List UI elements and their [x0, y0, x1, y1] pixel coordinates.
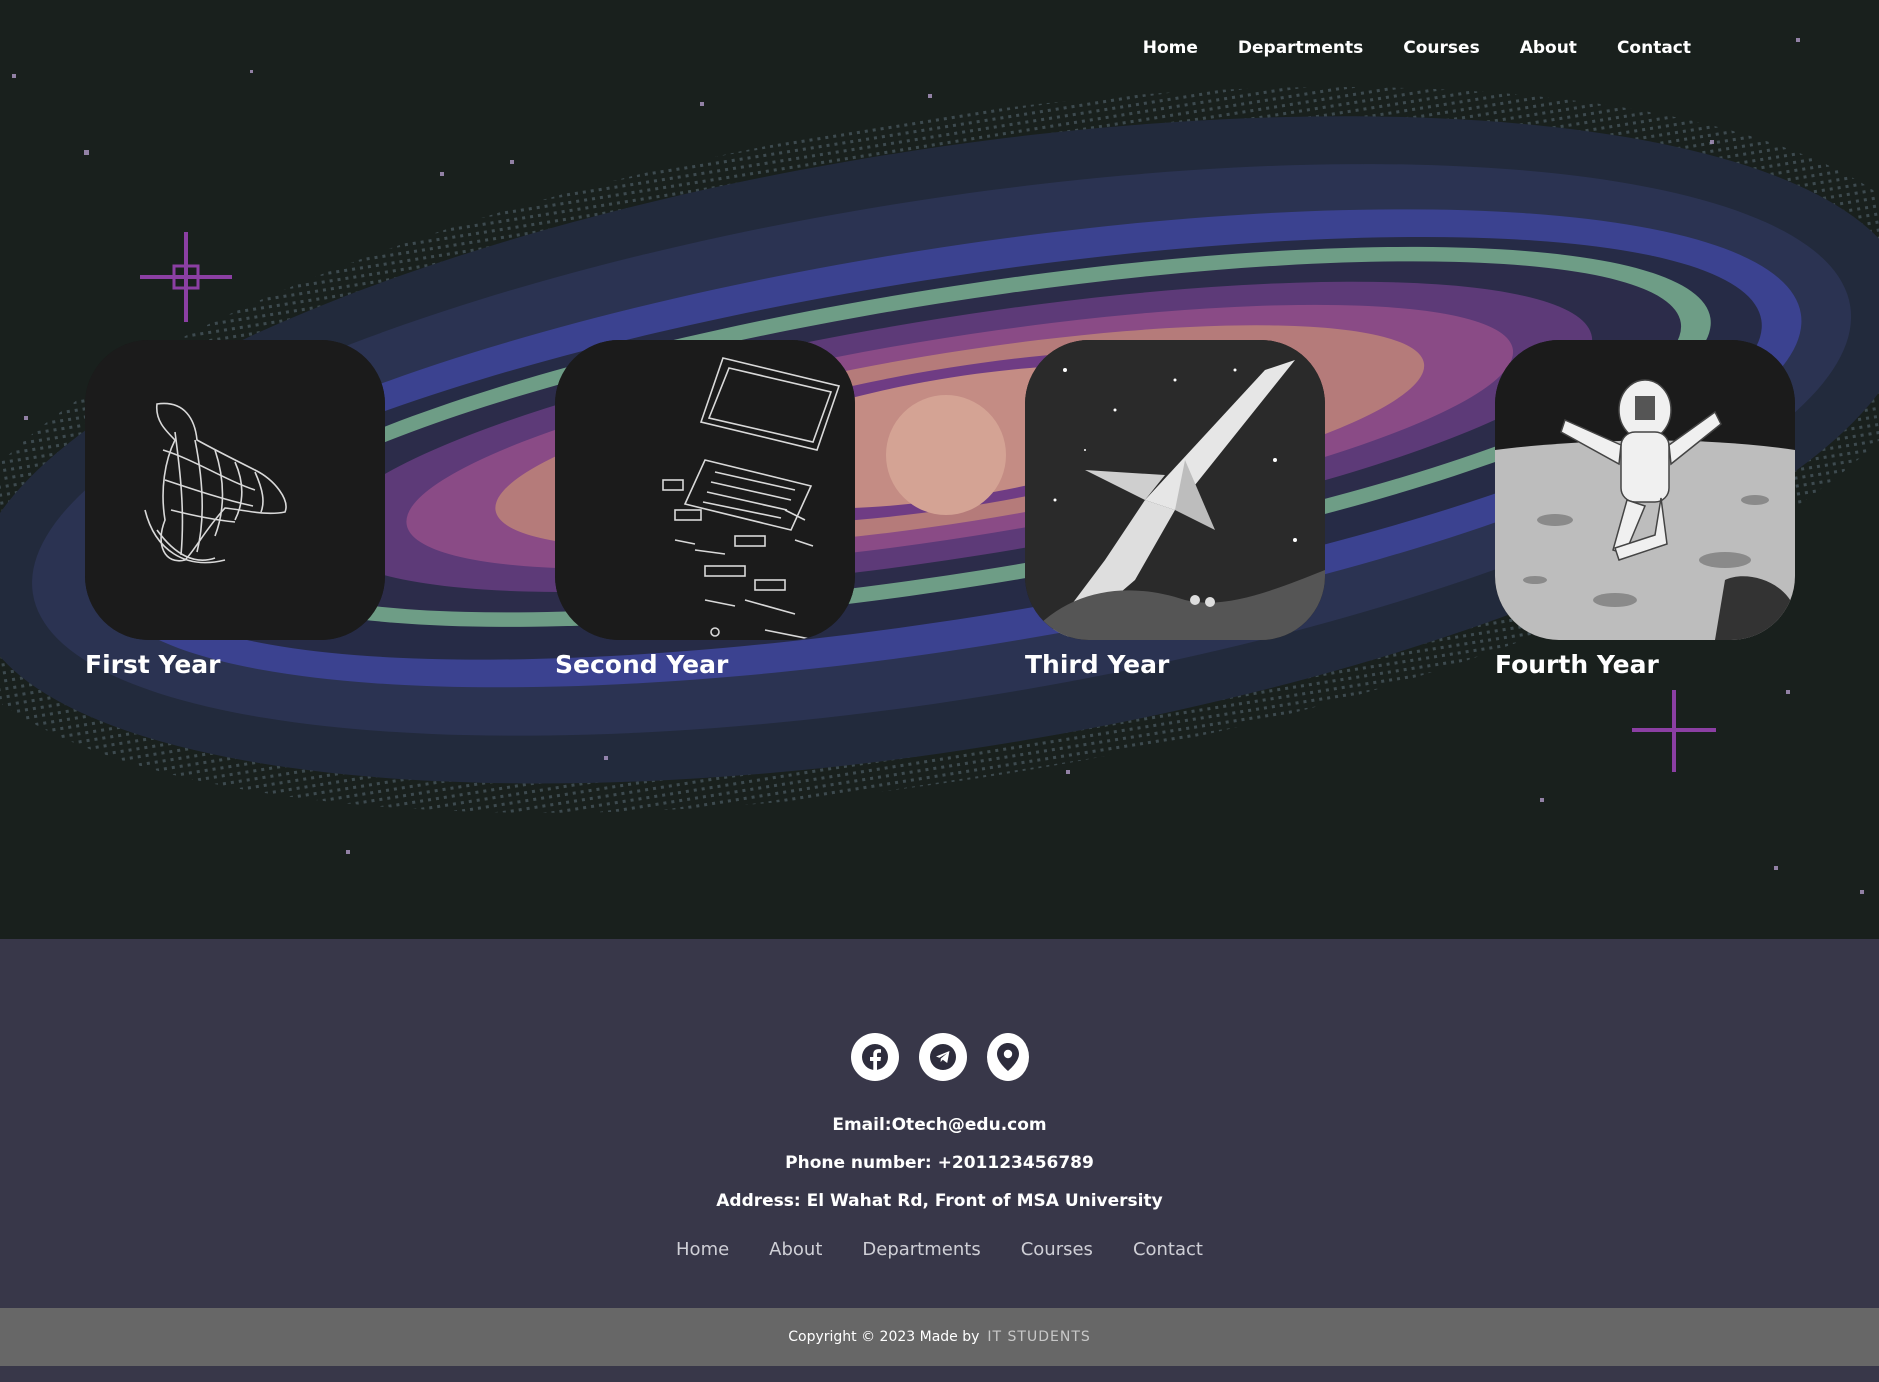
team-link[interactable]: IT STUDENTS: [987, 1329, 1090, 1345]
nav-contact-link[interactable]: Contact: [1617, 38, 1691, 58]
site-footer: Email:Otech@edu.com Phone number: +20112…: [0, 939, 1879, 1308]
year-cards: First Year Second Year Third Year Fourth…: [85, 340, 1795, 679]
telegram-icon[interactable]: [918, 1033, 967, 1081]
copyright-text: Copyright © 2023 Made by: [788, 1329, 980, 1345]
social-links: [0, 1033, 1879, 1081]
copyright-bar: Copyright © 2023 Made by IT STUDENTS: [0, 1308, 1879, 1366]
space-shuttle-image[interactable]: [1025, 340, 1325, 640]
hero-section: Home Departments Courses About Contact F…: [0, 0, 1879, 939]
year-card-first[interactable]: First Year: [85, 340, 385, 679]
year-caption-fourth[interactable]: Fourth Year: [1495, 650, 1795, 679]
year-caption-second[interactable]: Second Year: [555, 650, 855, 679]
location-pin-icon[interactable]: [986, 1033, 1029, 1081]
top-nav: Home Departments Courses About Contact: [1103, 38, 1691, 58]
year-card-third[interactable]: Third Year: [1025, 340, 1325, 679]
nav-about-link[interactable]: About: [1520, 38, 1577, 58]
footer-nav: Home About Departments Courses Contact: [0, 1239, 1879, 1260]
contact-info: Email:Otech@edu.com Phone number: +20112…: [0, 1106, 1879, 1220]
year-caption-first[interactable]: First Year: [85, 650, 385, 679]
footer-departments-link[interactable]: Departments: [862, 1239, 980, 1260]
footer-home-link[interactable]: Home: [676, 1239, 729, 1260]
year-card-fourth[interactable]: Fourth Year: [1495, 340, 1795, 679]
footer-contact-link[interactable]: Contact: [1133, 1239, 1203, 1260]
wireframe-hand-image[interactable]: [85, 340, 385, 640]
email-text: Email:Otech@edu.com: [832, 1115, 1047, 1135]
footer-about-link[interactable]: About: [769, 1239, 822, 1260]
year-card-second[interactable]: Second Year: [555, 340, 855, 679]
nav-courses-link[interactable]: Courses: [1403, 38, 1479, 58]
address-text: Address: El Wahat Rd, Front of MSA Unive…: [716, 1191, 1163, 1211]
phone-text: Phone number: +201123456789: [785, 1153, 1094, 1173]
nav-home-link[interactable]: Home: [1143, 38, 1198, 58]
nav-departments-link[interactable]: Departments: [1238, 38, 1363, 58]
astronaut-moon-image[interactable]: [1495, 340, 1795, 640]
year-caption-third[interactable]: Third Year: [1025, 650, 1325, 679]
footer-courses-link[interactable]: Courses: [1021, 1239, 1093, 1260]
facebook-icon[interactable]: [850, 1033, 899, 1081]
exploded-laptop-image[interactable]: [555, 340, 855, 640]
